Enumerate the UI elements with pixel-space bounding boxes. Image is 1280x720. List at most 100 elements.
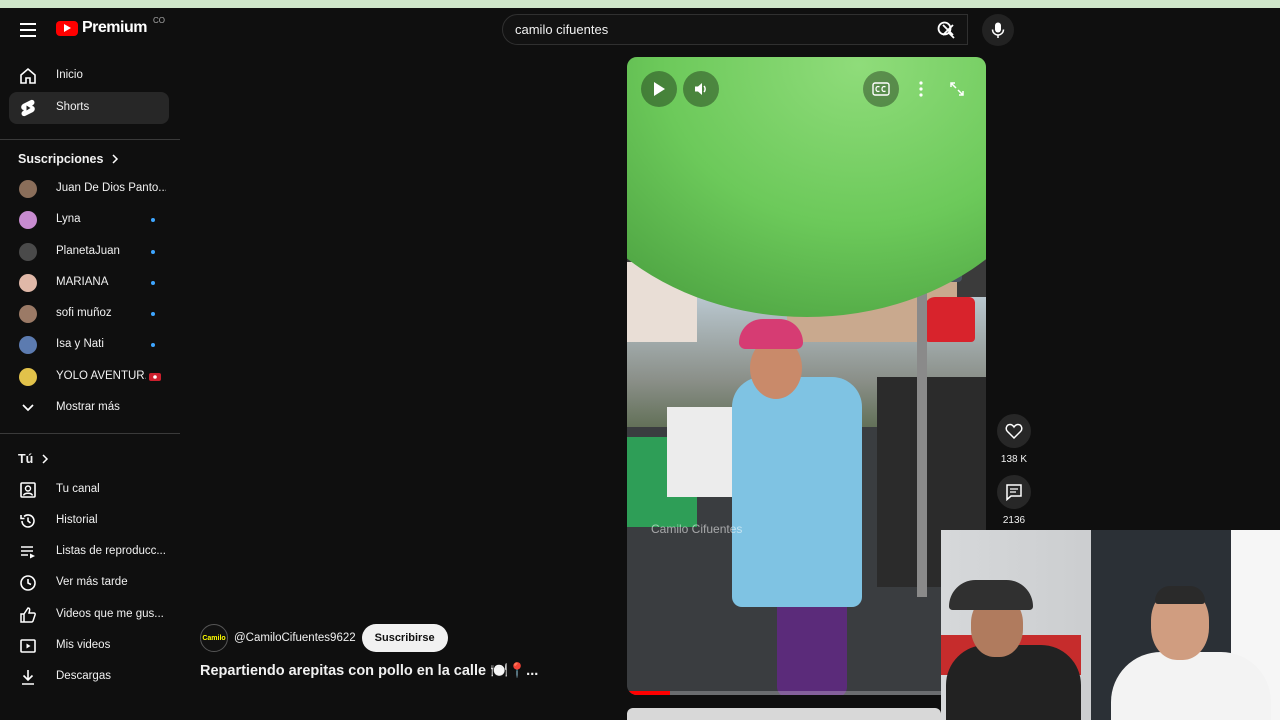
search-box[interactable]: camilo cifuentes [502,14,968,45]
sidebar-item-historial[interactable]: Historial [9,505,169,537]
menu-button[interactable] [14,16,42,44]
comment-button[interactable] [997,475,1031,509]
like-count: 138 K [1000,454,1028,465]
channel-handle[interactable]: @CamiloCifuentes9622 [234,632,356,644]
comment-action[interactable]: 2136 [996,475,1032,526]
volume-button[interactable] [683,71,719,107]
channel-icon [18,480,38,500]
sidebar-item-label: Historial [56,514,98,526]
youtube-premium-logo[interactable]: Premium CO [56,16,165,37]
sidebar-subscription[interactable]: Isa y Nati [9,329,169,361]
sidebar-item-label: Descargas [56,670,111,682]
sidebar-item-label: Listas de reproducc... [56,545,166,557]
sidebar-item-label: PlanetaJuan [56,245,120,257]
header: Premium CO camilo cifuentes [0,8,1280,52]
you-header[interactable]: Tú [18,452,49,466]
home-icon [18,66,38,86]
avatar [19,305,37,323]
sidebar-item-my-videos[interactable]: Mis videos [9,630,169,662]
sidebar-subscription[interactable]: Juan De Dios Panto... [9,173,169,205]
sidebar-subscription[interactable]: MARIANA [9,267,169,299]
youtube-logo-icon [56,20,78,36]
show-more-button[interactable]: Mostrar más [9,392,169,424]
avatar [19,336,37,354]
playlists-icon [18,542,38,562]
like-button[interactable] [997,414,1031,448]
downloads-icon [18,667,38,687]
video-title[interactable]: Repartiendo arepitas con pollo en la cal… [200,662,538,679]
heart-icon [1005,423,1023,439]
sidebar-item-watch-later[interactable]: Ver más tarde [9,567,169,599]
sidebar-item-label: Videos que me gus... [56,608,164,620]
sidebar-subscription[interactable]: sofi muñoz [9,298,169,330]
sidebar-item-downloads[interactable]: Descargas [9,661,169,693]
avatar [19,274,37,292]
sidebar-subscription[interactable]: PlanetaJuan [9,236,169,268]
menu-icon-bar [20,29,36,31]
logo-text: Premium [82,19,147,36]
play-button[interactable] [641,71,677,107]
sidebar-item-label: Isa y Nati [56,338,104,350]
voice-search-button[interactable] [982,14,1014,46]
sidebar-item-label: Shorts [56,101,90,113]
video-progress-bar[interactable] [627,691,986,695]
search-button[interactable] [926,14,966,45]
search-input[interactable]: camilo cifuentes [515,22,608,37]
sidebar-item-label: Mis videos [56,639,111,651]
divider [0,433,180,434]
like-action[interactable]: 138 K [996,414,1032,465]
top-strip [0,0,1280,8]
video-frame [739,319,803,349]
sidebar-item-label: Juan De Dios Panto... [56,182,166,194]
new-content-dot [151,343,155,347]
subscriptions-header[interactable]: Suscripciones [18,152,119,166]
sidebar-subscription[interactable]: YOLO AVENTUR... [9,361,169,393]
chevron-right-icon [42,454,49,464]
sidebar-item-label: Ver más tarde [56,576,128,588]
sidebar-item-label: MARIANA [56,276,109,288]
avatar [19,180,37,198]
channel-avatar-text: Camilo [202,634,226,642]
sidebar-item-shorts[interactable]: Shorts [9,92,169,124]
comment-count: 2136 [1002,515,1026,526]
sidebar-item-label: YOLO AVENTUR... [56,370,146,382]
avatar [19,211,37,229]
fullscreen-button[interactable] [939,71,975,107]
sidebar-item-tu-canal[interactable]: Tu canal [9,474,169,506]
subscribe-button[interactable]: Suscribirse [361,624,448,652]
channel-info: Camilo @CamiloCifuentes9622 Suscribirse [200,624,448,652]
sidebar-item-label: Inicio [56,69,83,81]
new-content-dot [151,312,155,316]
sidebar-item-liked-videos[interactable]: Videos que me gus... [9,599,169,631]
sidebar-item-playlists[interactable]: Listas de reproducc... [9,536,169,568]
shorts-video-player[interactable]: Camilo Cifuentes [627,57,986,695]
volume-icon [695,83,706,95]
play-icon [654,82,665,96]
search-icon [937,21,955,39]
more-options-button[interactable] [903,71,939,107]
next-short-preview[interactable] [627,708,941,720]
channel-avatar[interactable]: Camilo [200,624,228,652]
comment-icon [1006,484,1022,501]
captions-button[interactable] [863,71,899,107]
video-frame [732,377,862,607]
live-icon [149,373,161,381]
you-title: Tú [18,452,34,466]
microphone-icon [991,22,1005,38]
shorts-icon [18,98,38,118]
avatar [19,243,37,261]
watch-later-icon [18,573,38,593]
subscribe-label: Suscribirse [374,632,435,644]
subscriptions-title: Suscripciones [18,152,104,166]
sidebar-item-label: Mostrar más [56,401,120,413]
my-videos-icon [18,636,38,656]
sidebar-item-inicio[interactable]: Inicio [9,60,169,92]
webcam-frame [949,580,1033,610]
sidebar-item-label: Tu canal [56,483,100,495]
webcam-frame [1111,652,1271,720]
sidebar-subscription[interactable]: Lyna [9,204,169,236]
history-icon [18,511,38,531]
new-content-dot [151,218,155,222]
webcam-frame [1155,586,1205,604]
chevron-right-icon [112,154,119,164]
